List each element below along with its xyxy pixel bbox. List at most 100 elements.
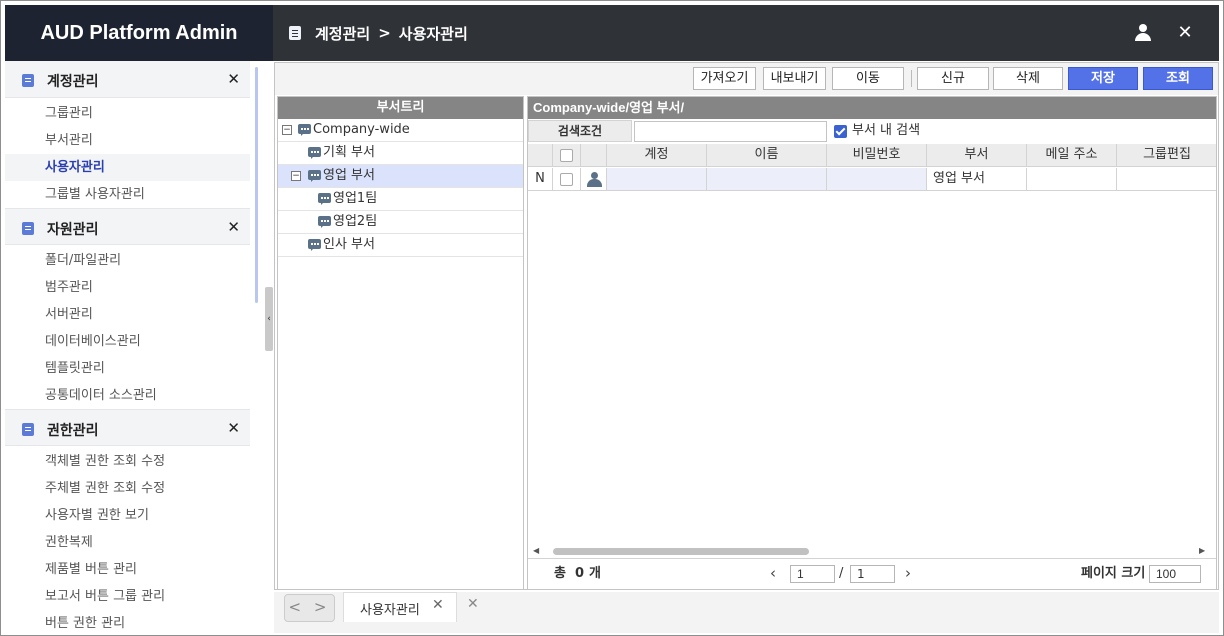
sidebar-collapse-handle[interactable]: ‹ [265, 287, 273, 351]
horizontal-scrollbar[interactable] [546, 548, 1216, 555]
sidebar-item-permission-copy[interactable]: 권한복제 [5, 529, 250, 556]
main-content: 가져오기 내보내기 이동 신규 삭제 저장 조회 부서트리 − Company-… [274, 62, 1219, 590]
sidebar-item-group-management[interactable]: 그룹관리 [5, 100, 250, 127]
page-input[interactable] [790, 565, 835, 583]
tab-nav-buttons[interactable]: < > [284, 594, 335, 622]
sidebar-item-server[interactable]: 서버관리 [5, 301, 250, 328]
tree-node-sales[interactable]: − 영업 부서 [278, 165, 523, 188]
collapse-toggle-icon[interactable]: − [282, 125, 292, 135]
sidebar-item-folder-file[interactable]: 폴더/파일관리 [5, 247, 250, 274]
grid-header-group-edit[interactable]: 그룹편집 [1117, 144, 1216, 167]
sidebar-item-user-permission[interactable]: 사용자별 권한 보기 [5, 502, 250, 529]
sidebar-item-category[interactable]: 범주관리 [5, 274, 250, 301]
tree-node-hr[interactable]: 인사 부서 [278, 234, 523, 257]
grid-header-password[interactable]: 비밀번호 [827, 144, 927, 167]
scroll-thumb[interactable] [553, 548, 809, 555]
tree-node-label: 인사 부서 [323, 237, 375, 252]
close-app-button[interactable]: ✕ [1173, 19, 1197, 47]
sidebar-item-dept-management[interactable]: 부서관리 [5, 127, 250, 154]
row-dept-cell[interactable]: 영업 부서 [927, 168, 1027, 191]
save-button[interactable]: 저장 [1068, 67, 1138, 90]
dept-bubble-icon [318, 216, 331, 228]
collapse-toggle-icon[interactable]: − [291, 171, 301, 181]
close-section-icon[interactable]: ✕ [227, 218, 240, 236]
total-unit: 개 [589, 566, 601, 581]
row-group-edit-cell[interactable] [1117, 168, 1216, 191]
user-icon[interactable] [1134, 24, 1152, 42]
breadcrumb-separator: > [378, 24, 391, 42]
section-icon [22, 222, 34, 235]
search-row: 검색조건 부서 내 검색 [528, 119, 1216, 143]
section-title: 자원관리 [47, 222, 99, 238]
sidebar-item-template[interactable]: 템플릿관리 [5, 355, 250, 382]
grid-header-email[interactable]: 메일 주소 [1027, 144, 1117, 167]
export-button[interactable]: 내보내기 [763, 67, 826, 90]
import-button[interactable]: 가져오기 [693, 67, 756, 90]
total-label: 총 [554, 566, 566, 581]
breadcrumb: 계정관리 > 사용자관리 [289, 5, 468, 61]
tree-node-label: 영업 부서 [323, 168, 375, 183]
tree-node-company[interactable]: − Company-wide [278, 119, 523, 142]
row-checkbox[interactable] [560, 173, 573, 186]
row-email-cell[interactable] [1027, 168, 1117, 191]
sidebar-item-user-management[interactable]: 사용자관리 [5, 154, 250, 181]
sidebar-item-group-user-management[interactable]: 그룹별 사용자관리 [5, 181, 250, 208]
close-section-icon[interactable]: ✕ [227, 70, 240, 88]
app-window: AUD Platform Admin 계정관리 > 사용자관리 ✕ 계정관리 ✕… [0, 0, 1224, 636]
scroll-right-icon[interactable]: ▶ [1199, 546, 1205, 555]
delete-button[interactable]: 삭제 [993, 67, 1063, 90]
prev-page-icon[interactable]: ‹ [770, 564, 776, 582]
new-button[interactable]: 신규 [917, 67, 989, 90]
next-page-icon[interactable]: › [905, 564, 911, 582]
row-name-cell[interactable] [707, 168, 827, 191]
breadcrumb-parent: 계정관리 [315, 24, 371, 43]
user-icon[interactable] [586, 172, 602, 187]
tab-user-management[interactable]: 사용자관리 ✕ [343, 592, 457, 622]
close-all-tabs-icon[interactable]: ✕ [467, 596, 479, 612]
move-button[interactable]: 이동 [832, 67, 904, 90]
grid-header-account[interactable]: 계정 [607, 144, 707, 167]
tree-node-label: 영업1팀 [333, 191, 378, 206]
sidebar-item-report-button-group[interactable]: 보고서 버튼 그룹 관리 [5, 583, 250, 610]
sidebar-item-common-datasource[interactable]: 공통데이터 소스관리 [5, 382, 250, 409]
select-all-checkbox[interactable] [560, 149, 573, 162]
dept-path: Company-wide/영업 부서/ [528, 97, 1216, 119]
row-password-cell[interactable] [827, 168, 927, 191]
sidebar-item-database[interactable]: 데이터베이스관리 [5, 328, 250, 355]
scroll-left-icon[interactable]: ◀ [533, 546, 539, 555]
sidebar-scrollbar[interactable] [255, 67, 258, 303]
row-check-cell [553, 168, 581, 191]
row-account-cell[interactable] [607, 168, 707, 191]
section-icon [22, 423, 34, 436]
sidebar-section-account[interactable]: 계정관리 ✕ [5, 61, 250, 98]
tree-node-sales-team2[interactable]: 영업2팀 [278, 211, 523, 234]
breadcrumb-current: 사용자관리 [398, 24, 468, 43]
tree-node-label: Company-wide [313, 122, 410, 137]
grid-header-name[interactable]: 이름 [707, 144, 827, 167]
sidebar-item-button-permission[interactable]: 버튼 권한 관리 [5, 610, 250, 633]
sidebar-section-resource[interactable]: 자원관리 ✕ [5, 208, 250, 245]
close-tab-icon[interactable]: ✕ [432, 597, 444, 613]
sidebar-section-permission[interactable]: 권한관리 ✕ [5, 409, 250, 446]
tree-node-planning[interactable]: 기획 부서 [278, 142, 523, 165]
sidebar-item-object-permission[interactable]: 객체별 권한 조회 수정 [5, 448, 250, 475]
search-input[interactable] [634, 121, 827, 142]
app-title: AUD Platform Admin [5, 5, 273, 61]
within-dept-checkbox[interactable] [834, 125, 847, 138]
grid-footer: 총 0 개 ‹ / 1 › 페이지 크기 [528, 558, 1216, 589]
grid-header-dept[interactable]: 부서 [927, 144, 1027, 167]
tree-node-label: 영업2팀 [333, 214, 378, 229]
tree-node-label: 기획 부서 [323, 145, 375, 160]
dept-bubble-icon [298, 124, 311, 136]
tab-label: 사용자관리 [360, 603, 420, 618]
sidebar: 계정관리 ✕ 그룹관리 부서관리 사용자관리 그룹별 사용자관리 자원관리 ✕ … [5, 61, 250, 633]
sidebar-item-product-button[interactable]: 제품별 버튼 관리 [5, 556, 250, 583]
sidebar-item-subject-permission[interactable]: 주체별 권한 조회 수정 [5, 475, 250, 502]
section-icon [22, 74, 34, 87]
page-size-label: 페이지 크기 [1081, 566, 1146, 581]
top-bar: AUD Platform Admin 계정관리 > 사용자관리 ✕ [5, 5, 1219, 61]
close-section-icon[interactable]: ✕ [227, 419, 240, 437]
search-button[interactable]: 조회 [1143, 67, 1213, 90]
page-size-input[interactable] [1149, 565, 1201, 583]
tree-node-sales-team1[interactable]: 영업1팀 [278, 188, 523, 211]
